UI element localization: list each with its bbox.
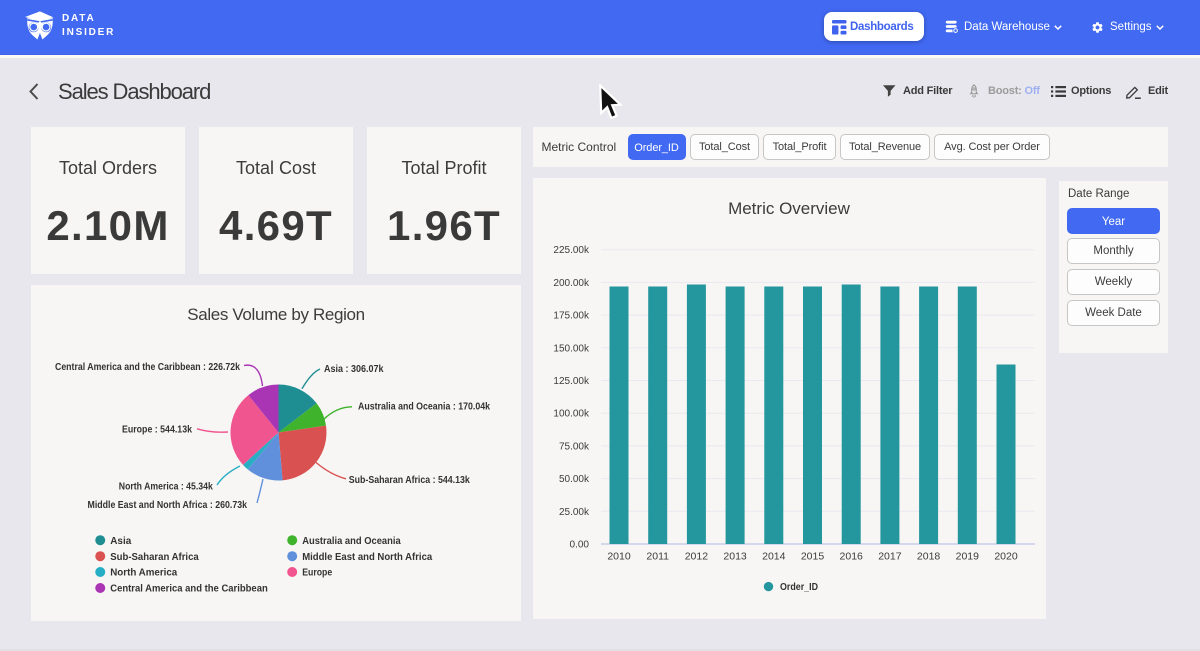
svg-text:Europe: Europe [302,568,332,579]
svg-text:2013: 2013 [723,551,747,563]
svg-text:2010: 2010 [607,551,631,563]
svg-text:Sub-Saharan Africa: Sub-Saharan Africa [110,552,199,563]
svg-text:Australia and Oceania : 170.04: Australia and Oceania : 170.04k [358,402,490,413]
svg-text:Central America and the Caribb: Central America and the Caribbean [110,584,268,595]
svg-text:2012: 2012 [685,551,709,563]
svg-text:North America: North America [110,568,177,579]
svg-text:Sub-Saharan Africa : 544.13k: Sub-Saharan Africa : 544.13k [349,475,470,486]
svg-text:225.00k: 225.00k [553,245,590,256]
svg-text:25.00k: 25.00k [559,507,590,518]
svg-text:2014: 2014 [762,551,786,563]
svg-text:Asia : 306.07k: Asia : 306.07k [324,364,384,375]
svg-text:0.00: 0.00 [570,540,590,551]
svg-text:Central America and the Caribb: Central America and the Caribbean : 226.… [55,362,240,373]
svg-text:2018: 2018 [917,551,941,563]
svg-text:Sales Volume by Region: Sales Volume by Region [187,305,365,324]
svg-text:75.00k: 75.00k [559,441,590,452]
svg-text:50.00k: 50.00k [559,474,590,485]
svg-text:North America : 45.34k: North America : 45.34k [119,482,213,493]
svg-text:100.00k: 100.00k [553,409,590,420]
svg-text:2017: 2017 [878,551,902,563]
svg-text:Europe : 544.13k: Europe : 544.13k [122,424,192,435]
svg-text:2016: 2016 [840,551,864,563]
svg-text:125.00k: 125.00k [553,376,590,387]
svg-text:2015: 2015 [801,551,825,563]
svg-text:2019: 2019 [956,551,980,563]
svg-text:200.00k: 200.00k [553,278,590,289]
svg-text:Australia and Oceania: Australia and Oceania [302,536,401,547]
svg-text:Order_ID: Order_ID [780,582,818,593]
svg-text:175.00k: 175.00k [553,311,590,322]
svg-text:Middle East and North Africa: Middle East and North Africa [302,552,432,563]
svg-text:150.00k: 150.00k [553,343,590,354]
svg-text:Middle East and North Africa :: Middle East and North Africa : 260.73k [88,500,248,511]
svg-text:Metric Overview: Metric Overview [728,199,851,218]
svg-text:Asia: Asia [110,536,131,547]
svg-text:2020: 2020 [994,551,1018,563]
svg-text:2011: 2011 [646,551,669,563]
